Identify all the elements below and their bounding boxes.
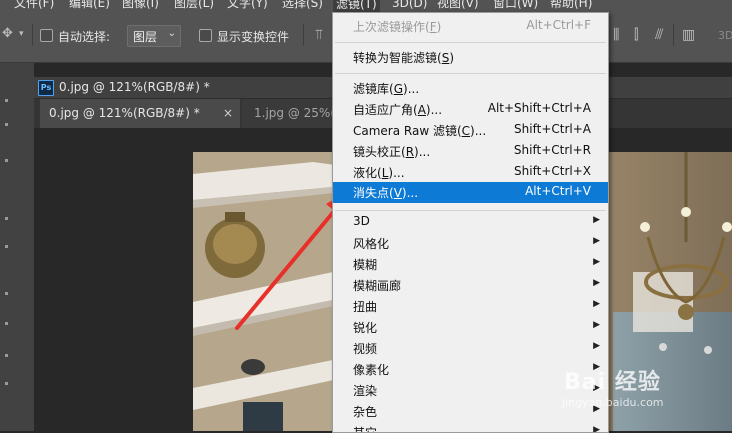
menu-item-label: 风格化 [353,237,390,251]
menu-item-shortcut: Shift+Ctrl+R [513,143,591,157]
menu-item-label: Camera Raw 滤镜(C)... [353,124,487,138]
submenu-arrow-icon: ▶ [593,257,600,267]
watermark-url: jingyan.baidu.com [562,396,664,409]
menu-item-video[interactable]: 视频 ▶ [333,338,608,359]
menu-item-sharpen[interactable]: 锐化 ▶ [333,317,608,338]
menu-item-lens-correction[interactable]: 镜头校正(R)... Shift+Ctrl+R [333,141,608,162]
menu-item-label: 渲染 [353,384,378,398]
menu-separator [335,73,606,74]
menu-item-label: 模糊 [353,258,378,272]
menu-item-distort[interactable]: 扭曲 ▶ [333,296,608,317]
menu-item-3d[interactable]: 3D ▶ [333,212,608,233]
menu-item-shortcut: Alt+Ctrl+V [525,184,591,198]
submenu-arrow-icon: ▶ [593,425,600,433]
menu-item-last-filter: 上次滤镜操作(F) Alt+Ctrl+F [333,16,608,37]
menu-item-adaptive-wide-angle[interactable]: 自适应广角(A)... Alt+Shift+Ctrl+A [333,99,608,120]
menu-item-label: 锐化 [353,321,378,335]
menu-item-liquify[interactable]: 液化(L)... Shift+Ctrl+X [333,162,608,183]
menu-item-label: 杂色 [353,405,378,419]
menu-item-label: 模糊画廊 [353,279,402,293]
submenu-arrow-icon: ▶ [593,278,600,288]
menu-item-stylize[interactable]: 风格化 ▶ [333,233,608,254]
menu-item-convert-smart-filter[interactable]: 转换为智能滤镜(S) [333,47,608,68]
menu-item-label: 像素化 [353,363,390,377]
baidu-watermark: Bai 经验 jingyan.baidu.com [560,364,730,424]
menu-item-label: 转换为智能滤镜(S) [353,51,455,65]
menu-separator [335,210,606,211]
menu-item-shortcut: Alt+Shift+Ctrl+A [487,101,591,115]
watermark-logo-text: Bai 经验 [564,370,661,395]
menu-separator [335,42,606,43]
menu-item-label: 其它 [353,426,378,433]
menu-item-shortcut: Alt+Ctrl+F [526,18,591,32]
submenu-arrow-icon: ▶ [593,215,600,225]
menu-item-label: 滤镜库(G)... [353,82,420,96]
menu-item-label: 镜头校正(R)... [353,145,431,159]
menu-item-shortcut: Shift+Ctrl+A [514,122,591,136]
menu-item-blur-gallery[interactable]: 模糊画廊 ▶ [333,275,608,296]
menu-item-label: 3D [353,214,370,228]
menu-item-vanishing-point[interactable]: 消失点(V)... Alt+Ctrl+V [333,182,608,203]
menu-item-label: 扭曲 [353,300,378,314]
submenu-arrow-icon: ▶ [593,299,600,309]
menu-item-shortcut: Shift+Ctrl+X [514,164,591,178]
menu-item-filter-gallery[interactable]: 滤镜库(G)... [333,78,608,99]
submenu-arrow-icon: ▶ [593,236,600,246]
menu-item-camera-raw[interactable]: Camera Raw 滤镜(C)... Shift+Ctrl+A [333,120,608,141]
submenu-arrow-icon: ▶ [593,341,600,351]
menu-item-blur[interactable]: 模糊 ▶ [333,254,608,275]
menu-item-label: 液化(L)... [353,166,405,180]
menu-item-label: 自适应广角(A)... [353,103,443,117]
submenu-arrow-icon: ▶ [593,320,600,330]
menu-item-label: 上次滤镜操作(F) [353,20,442,34]
menu-item-label: 消失点(V)... [353,186,419,200]
menu-item-label: 视频 [353,342,378,356]
